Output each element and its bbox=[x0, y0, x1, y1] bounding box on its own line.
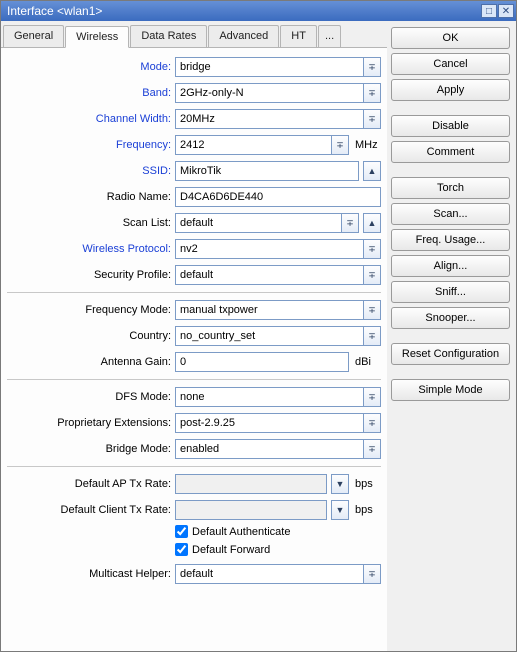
wireless-protocol-combo[interactable] bbox=[175, 239, 363, 259]
tab-more[interactable]: ... bbox=[318, 25, 341, 47]
sniff-button[interactable]: Sniff... bbox=[391, 281, 510, 303]
scan-list-dropdown-icon[interactable]: ∓ bbox=[341, 213, 359, 233]
label-bridge-mode: Bridge Mode: bbox=[7, 443, 175, 455]
label-ssid: SSID: bbox=[7, 165, 175, 177]
default-forward-label: Default Forward bbox=[192, 544, 270, 556]
label-antenna-gain: Antenna Gain: bbox=[7, 356, 175, 368]
align-button[interactable]: Align... bbox=[391, 255, 510, 277]
freq-usage-button[interactable]: Freq. Usage... bbox=[391, 229, 510, 251]
channel-width-combo[interactable] bbox=[175, 109, 363, 129]
separator-2 bbox=[7, 379, 381, 380]
label-proprietary-ext: Proprietary Extensions: bbox=[7, 417, 175, 429]
wireless-protocol-dropdown-icon[interactable]: ∓ bbox=[363, 239, 381, 259]
label-security-profile: Security Profile: bbox=[7, 269, 175, 281]
scan-button[interactable]: Scan... bbox=[391, 203, 510, 225]
window-body: General Wireless Data Rates Advanced HT … bbox=[1, 21, 516, 651]
unit-dbi: dBi bbox=[351, 356, 381, 368]
default-forward-checkbox[interactable] bbox=[175, 543, 188, 556]
label-radio-name: Radio Name: bbox=[7, 191, 175, 203]
security-profile-dropdown-icon[interactable]: ∓ bbox=[363, 265, 381, 285]
radio-name-input[interactable] bbox=[175, 187, 381, 207]
separator-1 bbox=[7, 292, 381, 293]
default-ap-tx-input[interactable] bbox=[175, 474, 327, 494]
frequency-mode-dropdown-icon[interactable]: ∓ bbox=[363, 300, 381, 320]
band-dropdown-icon[interactable]: ∓ bbox=[363, 83, 381, 103]
tab-bar: General Wireless Data Rates Advanced HT … bbox=[1, 21, 387, 48]
tab-ht[interactable]: HT bbox=[280, 25, 317, 47]
label-dfs-mode: DFS Mode: bbox=[7, 391, 175, 403]
scan-list-collapse-icon[interactable]: ▲ bbox=[363, 213, 381, 233]
label-wireless-protocol: Wireless Protocol: bbox=[7, 243, 175, 255]
action-panel: OK Cancel Apply Disable Comment Torch Sc… bbox=[387, 21, 516, 651]
band-combo[interactable] bbox=[175, 83, 363, 103]
proprietary-ext-combo[interactable] bbox=[175, 413, 363, 433]
frequency-mode-combo[interactable] bbox=[175, 300, 363, 320]
default-auth-checkbox[interactable] bbox=[175, 525, 188, 538]
frequency-combo[interactable] bbox=[175, 135, 331, 155]
label-country: Country: bbox=[7, 330, 175, 342]
scan-list-combo[interactable] bbox=[175, 213, 341, 233]
tab-wireless[interactable]: Wireless bbox=[65, 26, 129, 48]
frequency-dropdown-icon[interactable]: ∓ bbox=[331, 135, 349, 155]
tab-advanced[interactable]: Advanced bbox=[208, 25, 279, 47]
simple-mode-button[interactable]: Simple Mode bbox=[391, 379, 510, 401]
channel-width-dropdown-icon[interactable]: ∓ bbox=[363, 109, 381, 129]
label-scan-list: Scan List: bbox=[7, 217, 175, 229]
bridge-mode-combo[interactable] bbox=[175, 439, 363, 459]
label-band: Band: bbox=[7, 87, 175, 99]
mode-dropdown-icon[interactable]: ∓ bbox=[363, 57, 381, 77]
unit-mhz: MHz bbox=[351, 139, 381, 151]
separator-3 bbox=[7, 466, 381, 467]
unit-bps-2: bps bbox=[351, 504, 381, 516]
label-multicast-helper: Multicast Helper: bbox=[7, 568, 175, 580]
bridge-mode-dropdown-icon[interactable]: ∓ bbox=[363, 439, 381, 459]
cancel-button[interactable]: Cancel bbox=[391, 53, 510, 75]
multicast-helper-dropdown-icon[interactable]: ∓ bbox=[363, 564, 381, 584]
torch-button[interactable]: Torch bbox=[391, 177, 510, 199]
titlebar: Interface <wlan1> □ ✕ bbox=[1, 1, 516, 21]
mode-combo[interactable] bbox=[175, 57, 363, 77]
default-auth-label: Default Authenticate bbox=[192, 526, 290, 538]
close-window-button[interactable]: ✕ bbox=[498, 4, 514, 18]
default-ap-tx-expand-icon[interactable]: ▼ bbox=[331, 474, 349, 494]
disable-button[interactable]: Disable bbox=[391, 115, 510, 137]
default-client-tx-input[interactable] bbox=[175, 500, 327, 520]
unpin-button[interactable]: □ bbox=[481, 4, 497, 18]
ssid-collapse-icon[interactable]: ▲ bbox=[363, 161, 381, 181]
window-title: Interface <wlan1> bbox=[7, 4, 481, 18]
tab-general[interactable]: General bbox=[3, 25, 64, 47]
window-controls: □ ✕ bbox=[481, 4, 514, 18]
security-profile-combo[interactable] bbox=[175, 265, 363, 285]
label-frequency: Frequency: bbox=[7, 139, 175, 151]
reset-config-button[interactable]: Reset Configuration bbox=[391, 343, 510, 365]
country-combo[interactable] bbox=[175, 326, 363, 346]
ssid-input[interactable] bbox=[175, 161, 359, 181]
proprietary-ext-dropdown-icon[interactable]: ∓ bbox=[363, 413, 381, 433]
antenna-gain-input[interactable] bbox=[175, 352, 349, 372]
left-column: General Wireless Data Rates Advanced HT … bbox=[1, 21, 387, 651]
label-default-client-tx: Default Client Tx Rate: bbox=[7, 504, 175, 516]
dfs-mode-dropdown-icon[interactable]: ∓ bbox=[363, 387, 381, 407]
apply-button[interactable]: Apply bbox=[391, 79, 510, 101]
label-frequency-mode: Frequency Mode: bbox=[7, 304, 175, 316]
comment-button[interactable]: Comment bbox=[391, 141, 510, 163]
label-default-ap-tx: Default AP Tx Rate: bbox=[7, 478, 175, 490]
multicast-helper-combo[interactable] bbox=[175, 564, 363, 584]
dfs-mode-combo[interactable] bbox=[175, 387, 363, 407]
ok-button[interactable]: OK bbox=[391, 27, 510, 49]
tab-data-rates[interactable]: Data Rates bbox=[130, 25, 207, 47]
label-mode: Mode: bbox=[7, 61, 175, 73]
country-dropdown-icon[interactable]: ∓ bbox=[363, 326, 381, 346]
interface-window: Interface <wlan1> □ ✕ General Wireless D… bbox=[0, 0, 517, 652]
label-channel-width: Channel Width: bbox=[7, 113, 175, 125]
snooper-button[interactable]: Snooper... bbox=[391, 307, 510, 329]
default-client-tx-expand-icon[interactable]: ▼ bbox=[331, 500, 349, 520]
form-area: Mode: ∓ Band: ∓ Channel Width: ∓ bbox=[1, 48, 387, 651]
unit-bps-1: bps bbox=[351, 478, 381, 490]
